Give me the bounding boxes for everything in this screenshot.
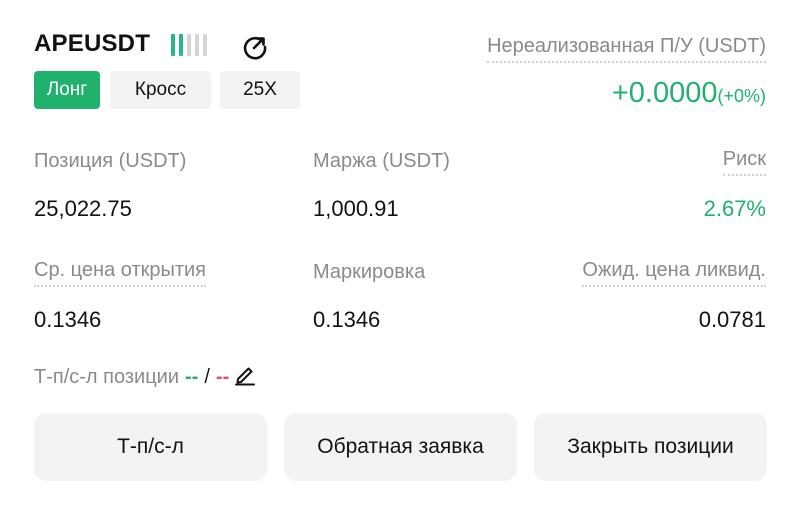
- side-badge: Лонг: [34, 71, 100, 109]
- leverage-badge[interactable]: 25X: [220, 71, 300, 109]
- margin-mode-badge[interactable]: Кросс: [110, 71, 211, 109]
- tpsl-separator: /: [204, 365, 210, 388]
- adl-bar: [171, 34, 175, 56]
- adl-indicator: [171, 34, 207, 56]
- take-profit-value: --: [185, 365, 199, 388]
- position-tpsl-row: Т-п/с-л позиции -- / --: [34, 362, 257, 392]
- margin-label: Маржа (USDT): [313, 150, 450, 172]
- stop-loss-value: --: [215, 365, 230, 388]
- liquidation-price-label[interactable]: Ожид. цена ликвид.: [582, 259, 766, 287]
- share-icon[interactable]: [240, 32, 270, 62]
- pnl-amount: +0.0000: [611, 77, 718, 109]
- risk-label[interactable]: Риск: [722, 148, 766, 176]
- mark-price-label: Маркировка: [313, 261, 426, 283]
- reverse-order-button[interactable]: Обратная заявка: [284, 413, 517, 481]
- adl-bar: [187, 34, 191, 56]
- tpsl-label: Т-п/с-л позиции: [34, 365, 180, 388]
- close-position-button[interactable]: Закрыть позиции: [534, 413, 767, 481]
- entry-price-label[interactable]: Ср. цена открытия: [34, 259, 207, 287]
- margin-value: 1,000.91: [313, 196, 399, 221]
- mark-price-value: 0.1346: [313, 307, 381, 332]
- risk-value: 2.67%: [703, 196, 766, 221]
- adl-bar: [203, 34, 207, 56]
- unrealized-pnl-value: +0.0000(+0%): [612, 77, 766, 110]
- pnl-percent: (+0%): [717, 86, 766, 106]
- position-label: Позиция (USDT): [34, 150, 187, 172]
- liquidation-price-value: 0.0781: [698, 307, 766, 332]
- symbol-title: APEUSDT: [34, 30, 151, 57]
- unrealized-pnl-label[interactable]: Нереализованная П/У (USDT): [487, 35, 766, 63]
- entry-price-value: 0.1346: [34, 307, 102, 332]
- adl-bar: [195, 34, 199, 56]
- adl-bar: [179, 34, 183, 56]
- position-value: 25,022.75: [34, 196, 132, 221]
- tpsl-button[interactable]: Т-п/с-л: [34, 413, 267, 481]
- pencil-icon[interactable]: [233, 362, 257, 392]
